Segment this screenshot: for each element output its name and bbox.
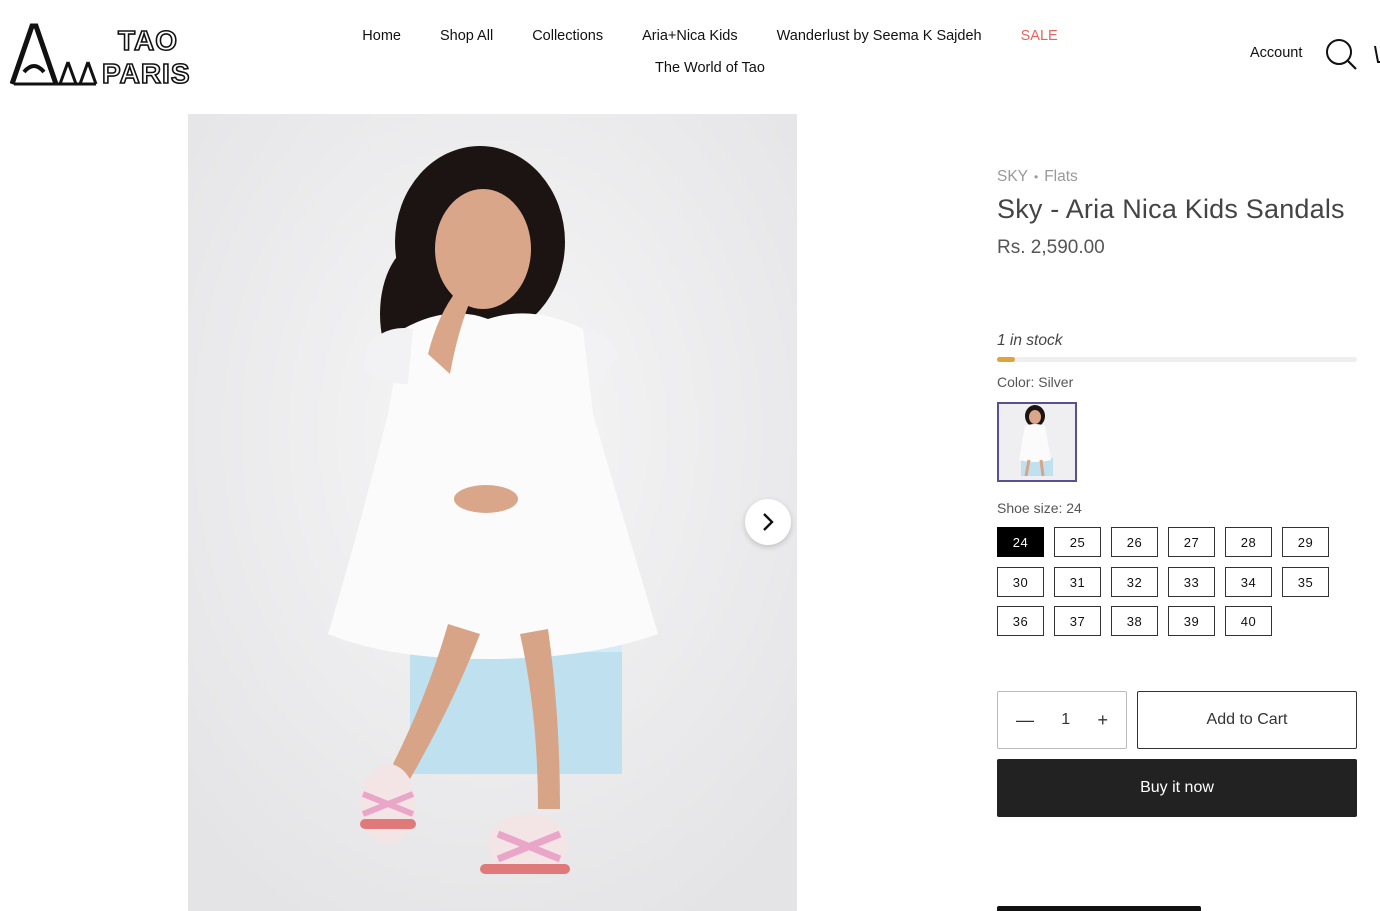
size-option-26[interactable]: 26 [1111,527,1158,557]
size-option-35[interactable]: 35 [1282,567,1329,597]
quantity-stepper: — 1 + [997,691,1127,749]
meta-separator: • [1034,170,1039,184]
minus-icon[interactable]: — [1016,710,1034,731]
size-option-30[interactable]: 30 [997,567,1044,597]
add-to-cart-button[interactable]: Add to Cart [1137,691,1357,749]
nav-row-primary: Home Shop All Collections Aria+Nica Kids… [300,20,1120,52]
site-header: TAO PARIS Home Shop All Collections Aria… [0,0,1380,112]
nav-sale[interactable]: SALE [1001,20,1077,52]
size-option-32[interactable]: 32 [1111,567,1158,597]
stock-status: 1 in stock [997,332,1063,349]
size-option-28[interactable]: 28 [1225,527,1272,557]
chevron-right-icon [763,513,774,531]
stock-bar-fill [997,357,1015,362]
product-title: Sky - Aria Nica Kids Sandals [997,194,1345,224]
nav-row-secondary: The World of Tao [300,52,1120,84]
size-option-36[interactable]: 36 [997,606,1044,636]
logo-text-top: TAO [118,25,178,56]
tao-paris-logo[interactable]: TAO PARIS [10,22,206,88]
account-link[interactable]: Account [1250,45,1302,61]
nav-world-of-tao[interactable]: The World of Tao [636,52,785,84]
product-type[interactable]: Flats [1044,168,1078,186]
product-price: Rs. 2,590.00 [997,237,1105,258]
gallery-next-button[interactable] [745,499,791,545]
size-option-40[interactable]: 40 [1225,606,1272,636]
buy-now-button[interactable]: Buy it now [997,759,1357,817]
size-option-24[interactable]: 24 [997,527,1044,557]
nav-wanderlust[interactable]: Wanderlust by Seema K Sajdeh [757,20,1001,52]
color-label: Color: Silver [997,374,1074,390]
nav-home[interactable]: Home [343,20,421,52]
product-info: SKY • Flats Sky - Aria Nica Kids Sandals… [997,168,1357,911]
nav-collections[interactable]: Collections [513,20,623,52]
size-option-29[interactable]: 29 [1282,527,1329,557]
stock-bar [997,357,1357,362]
size-option-37[interactable]: 37 [1054,606,1101,636]
size-label: Shoe size: 24 [997,500,1082,516]
color-swatch-silver[interactable] [997,402,1077,482]
size-option-31[interactable]: 31 [1054,567,1101,597]
nav-aria-nica-kids[interactable]: Aria+Nica Kids [623,20,758,52]
size-option-39[interactable]: 39 [1168,606,1215,636]
quantity-value[interactable]: 1 [1061,711,1070,729]
logo-text-bottom: PARIS [102,58,191,88]
size-option-38[interactable]: 38 [1111,606,1158,636]
product-image[interactable] [188,114,797,911]
size-option-34[interactable]: 34 [1225,567,1272,597]
size-option-33[interactable]: 33 [1168,567,1215,597]
cart-icon[interactable] [1372,40,1380,68]
nav-shop-all[interactable]: Shop All [420,20,512,52]
product-meta: SKY • Flats [997,168,1357,186]
product-vendor[interactable]: SKY [997,168,1028,186]
size-option-25[interactable]: 25 [1054,527,1101,557]
search-icon[interactable] [1324,37,1358,71]
size-option-27[interactable]: 27 [1168,527,1215,557]
plus-icon[interactable]: + [1097,710,1108,731]
main-nav: Home Shop All Collections Aria+Nica Kids… [300,20,1120,84]
partial-button-below[interactable] [997,906,1201,911]
